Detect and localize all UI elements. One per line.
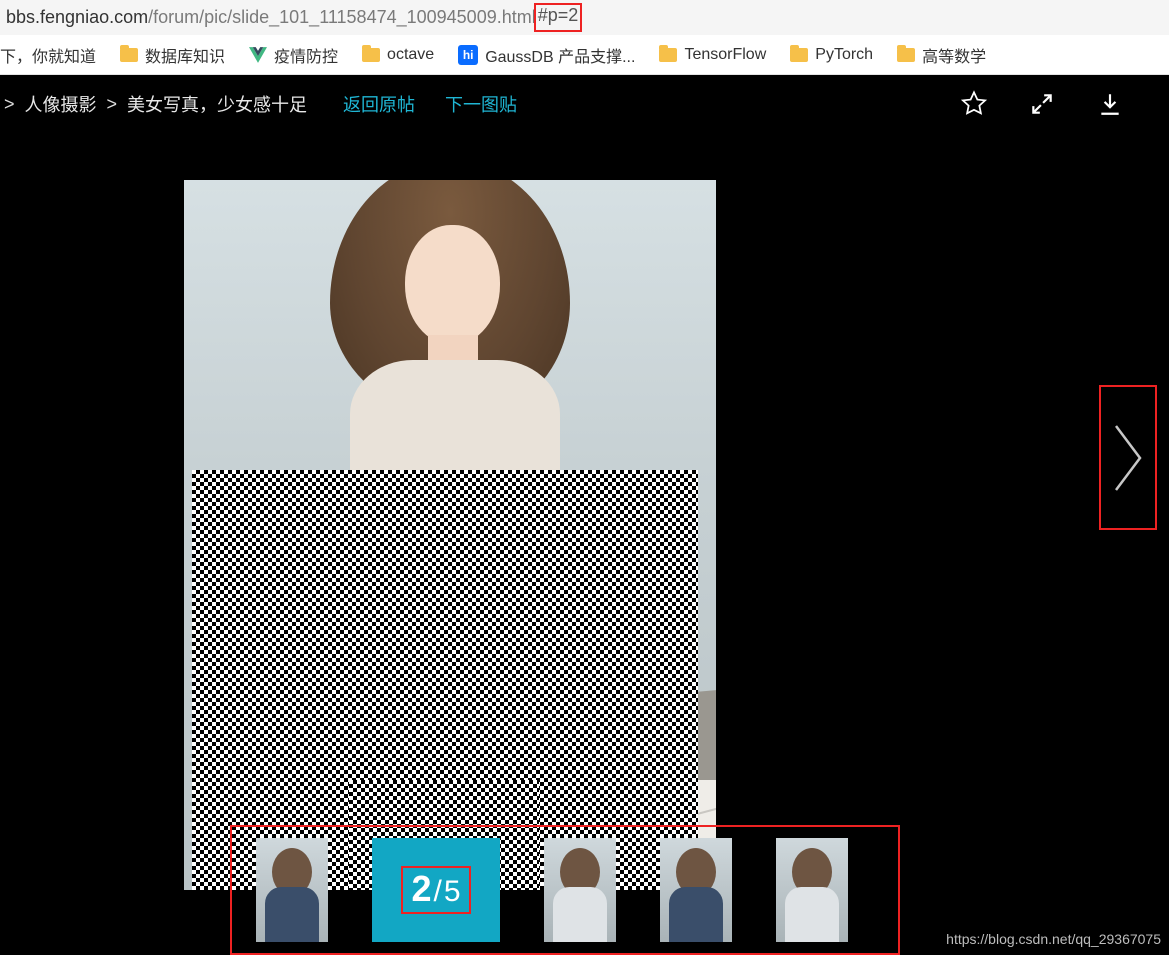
counter-current: 2 [411,868,431,910]
favorite-button[interactable] [959,89,989,119]
thumbnail-4[interactable] [660,838,732,942]
bookmark-label: 下，你就知道 [0,43,96,67]
download-button[interactable] [1095,89,1125,119]
counter-sep: / [434,875,442,909]
viewer-right-icons [959,89,1169,119]
fullscreen-button[interactable] [1027,89,1057,119]
bookmark-item[interactable]: octave [362,46,434,64]
breadcrumb-title: 美女写真，少女感十足 [127,91,307,117]
bookmark-label: 数据库知识 [145,43,225,67]
breadcrumb-category[interactable]: 人像摄影 [25,91,97,117]
viewer-actions: 返回原帖 下一图贴 [343,91,517,117]
chevron-right-icon [1108,418,1148,498]
download-icon [1097,91,1123,117]
folder-icon [790,48,808,62]
folder-icon [897,48,915,62]
expand-icon [1029,91,1055,117]
thumbnail-5[interactable] [776,838,848,942]
url-hash-highlight: #p=2 [534,3,583,32]
vue-icon [249,47,267,63]
watermark-text: https://blog.csdn.net/qq_29367075 [946,931,1161,947]
huawei-icon: hi [458,45,478,65]
folder-icon [120,48,138,62]
bookmark-item[interactable]: 疫情防控 [249,43,338,67]
image-counter: 2/5 [401,866,470,914]
back-to-post-link[interactable]: 返回原帖 [343,91,415,117]
bookmark-label: octave [387,46,434,64]
breadcrumb: > 人像摄影 > 美女写真，少女感十足 [4,91,307,117]
url-path: /forum/pic/slide_101_11158474_100945009.… [148,7,536,28]
breadcrumb-sep: > [4,94,15,115]
counter-total: 5 [444,875,461,909]
main-image[interactable] [184,180,716,890]
bookmark-label: PyTorch [815,46,873,64]
folder-icon [659,48,677,62]
url-hash: #p=2 [538,5,579,26]
next-post-link[interactable]: 下一图贴 [445,91,517,117]
bookmark-item[interactable]: 高等数学 [897,43,986,67]
bookmark-item[interactable]: PyTorch [790,46,873,64]
breadcrumb-sep: > [107,94,118,115]
star-icon [960,90,988,118]
bookmark-item[interactable]: hi GaussDB 产品支撑... [458,43,635,67]
bookmark-item[interactable]: TensorFlow [659,46,766,64]
bookmark-label: 疫情防控 [274,43,338,67]
bookmark-item[interactable]: 数据库知识 [120,43,225,67]
thumbnail-1[interactable] [256,838,328,942]
viewer-top-bar: > 人像摄影 > 美女写真，少女感十足 返回原帖 下一图贴 [0,75,1169,133]
bookmarks-bar: 下，你就知道 数据库知识 疫情防控 octave hi GaussDB 产品支撑… [0,35,1169,75]
bookmark-label: 高等数学 [922,43,986,67]
bookmark-label: TensorFlow [684,46,766,64]
next-image-button[interactable] [1099,385,1157,530]
bookmark-item[interactable]: 下，你就知道 [0,43,96,67]
thumbnail-strip: 2/5 [230,825,900,955]
thumbnail-2-active[interactable]: 2/5 [372,838,500,942]
image-viewer: > 人像摄影 > 美女写真，少女感十足 返回原帖 下一图贴 [0,75,1169,955]
folder-icon [362,48,380,62]
address-bar[interactable]: bbs.fengniao.com/forum/pic/slide_101_111… [0,0,1169,35]
thumbnail-3[interactable] [544,838,616,942]
url-domain: bbs.fengniao.com [6,7,148,28]
bookmark-label: GaussDB 产品支撑... [485,43,635,67]
